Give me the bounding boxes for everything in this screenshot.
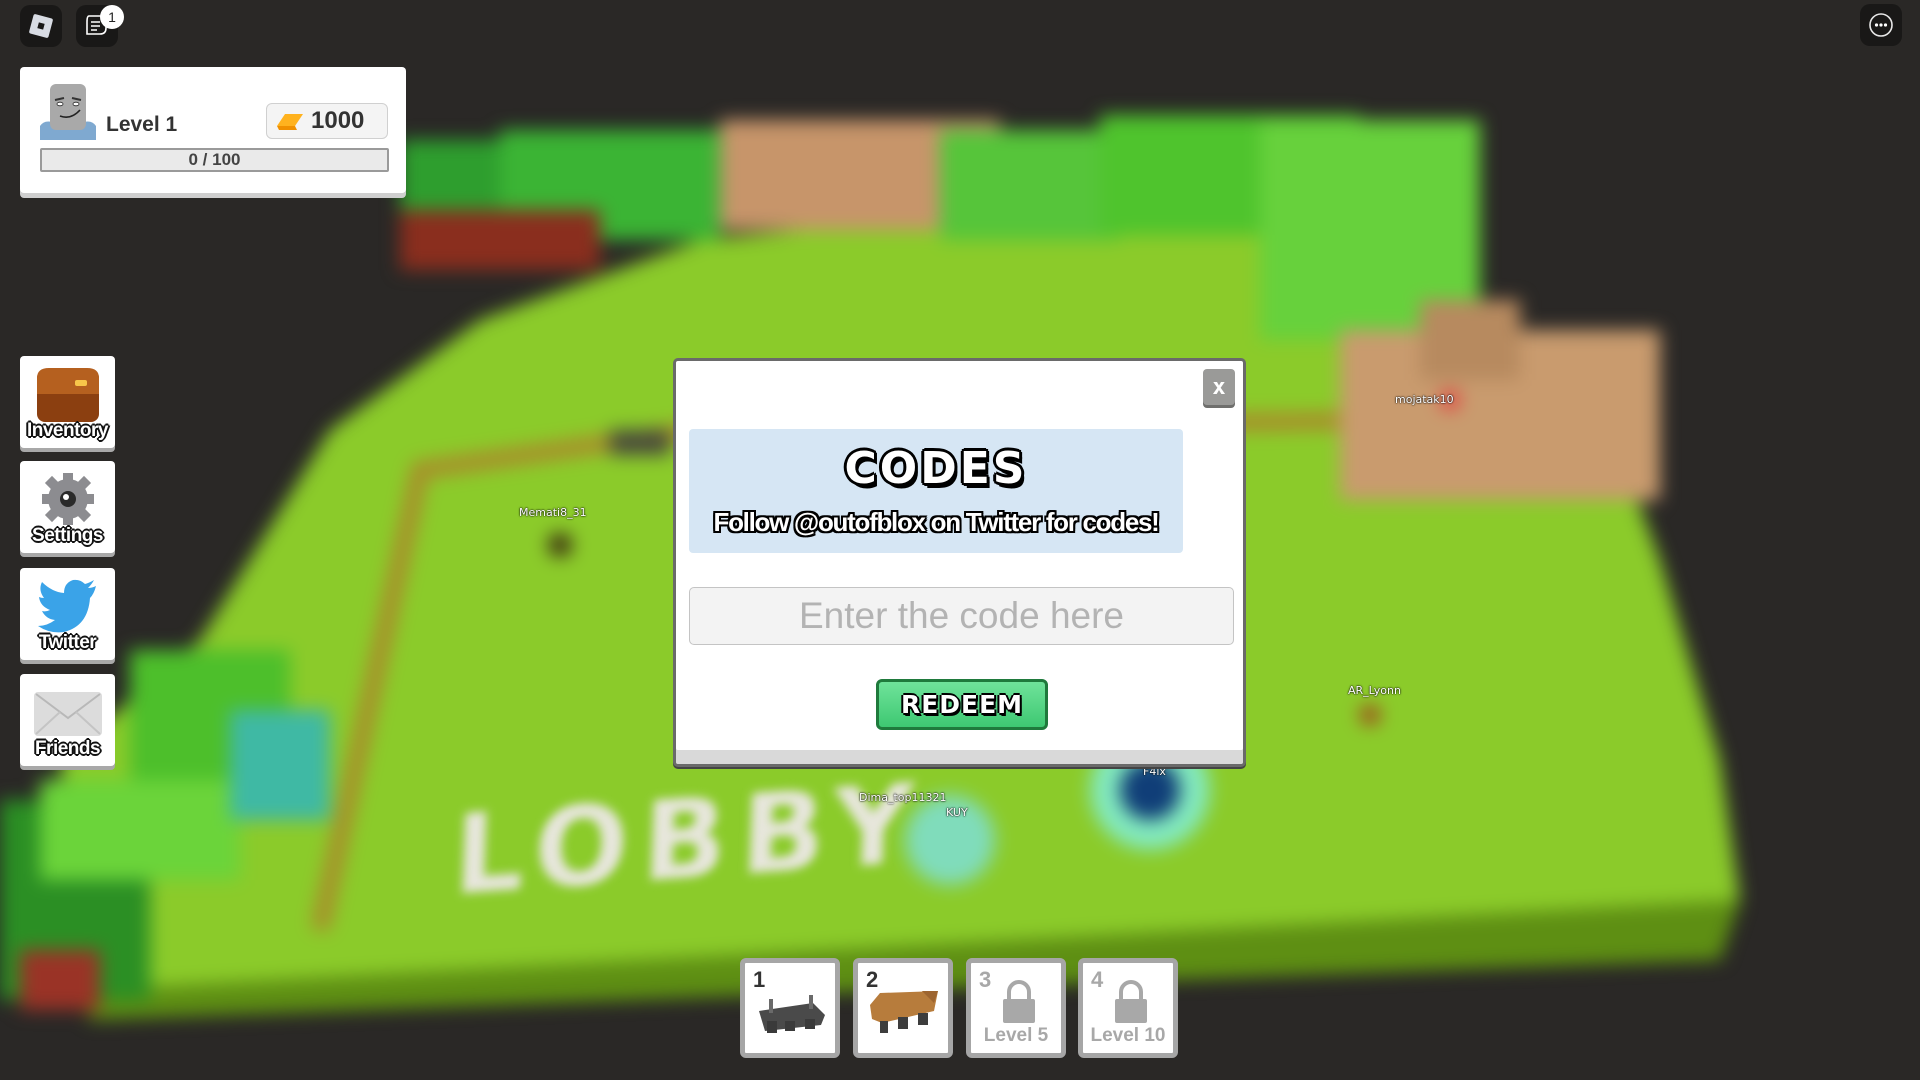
settings-button[interactable]: Settings: [20, 461, 115, 553]
chat-notification-badge: 1: [100, 5, 124, 29]
unlock-requirement: Level 10: [1090, 1025, 1166, 1046]
codes-header: CODES Follow @outofblox on Twitter for c…: [689, 429, 1183, 553]
twitter-label: Twitter: [38, 632, 97, 653]
codes-subtitle: Follow @outofblox on Twitter for codes!: [713, 507, 1159, 537]
hotbar-slot-2[interactable]: 2: [853, 958, 953, 1058]
gray-tower-icon: [759, 995, 825, 1033]
player-name-tag: mojatak10: [1395, 393, 1454, 406]
roblox-logo-icon: [29, 14, 53, 38]
lock-icon: [1115, 980, 1147, 1023]
gold-bar-icon: [277, 114, 303, 130]
slot-number: 3: [979, 967, 992, 992]
player-avatar: [40, 84, 96, 140]
inventory-button[interactable]: Inventory: [20, 356, 115, 448]
player-name-tag: KUY: [946, 806, 968, 819]
brown-tower-icon: [870, 991, 938, 1033]
more-options-button[interactable]: [1860, 4, 1902, 46]
hotbar-slot-1[interactable]: 1: [740, 958, 840, 1058]
code-input[interactable]: [689, 587, 1234, 645]
player-name-tag: Dima_top11321: [859, 791, 947, 804]
hotbar-slot-4[interactable]: 4 Level 10: [1078, 958, 1178, 1058]
settings-label: Settings: [32, 525, 103, 546]
roblox-menu-button[interactable]: [20, 5, 62, 47]
hotbar-slot-3[interactable]: 3 Level 5: [966, 958, 1066, 1058]
friends-button[interactable]: Friends: [20, 674, 115, 766]
codes-dialog: x CODES Follow @outofblox on Twitter for…: [673, 358, 1246, 767]
redeem-button[interactable]: REDEEM: [876, 679, 1048, 730]
close-button[interactable]: x: [1203, 369, 1235, 405]
gear-icon: [41, 473, 94, 525]
lock-icon: [1003, 980, 1035, 1023]
twitter-bird-icon: [37, 579, 96, 633]
unlock-requirement: Level 5: [983, 1025, 1049, 1046]
gold-amount: 1000: [311, 107, 365, 134]
player-level: Level 1: [106, 113, 178, 136]
xp-progress-text: 0 / 100: [188, 150, 241, 169]
codes-title: CODES: [844, 443, 1028, 494]
more-options-icon: [1869, 13, 1893, 37]
slot-number: 4: [1091, 967, 1104, 992]
friends-label: Friends: [34, 738, 101, 759]
redeem-label: REDEEM: [900, 690, 1024, 719]
player-name-tag: Memati8_31: [519, 506, 587, 519]
close-icon: x: [1212, 374, 1226, 400]
gold-counter: 1000: [266, 103, 388, 139]
twitter-button[interactable]: Twitter: [20, 568, 115, 660]
player-stats-panel: Level 1 1000 0 / 100: [20, 67, 406, 193]
xp-progress-bar: 0 / 100: [40, 148, 389, 172]
chest-icon: [36, 368, 99, 422]
inventory-label: Inventory: [26, 420, 109, 441]
envelope-icon: [33, 692, 102, 736]
player-name-tag: AR_Lyonn: [1348, 684, 1401, 697]
